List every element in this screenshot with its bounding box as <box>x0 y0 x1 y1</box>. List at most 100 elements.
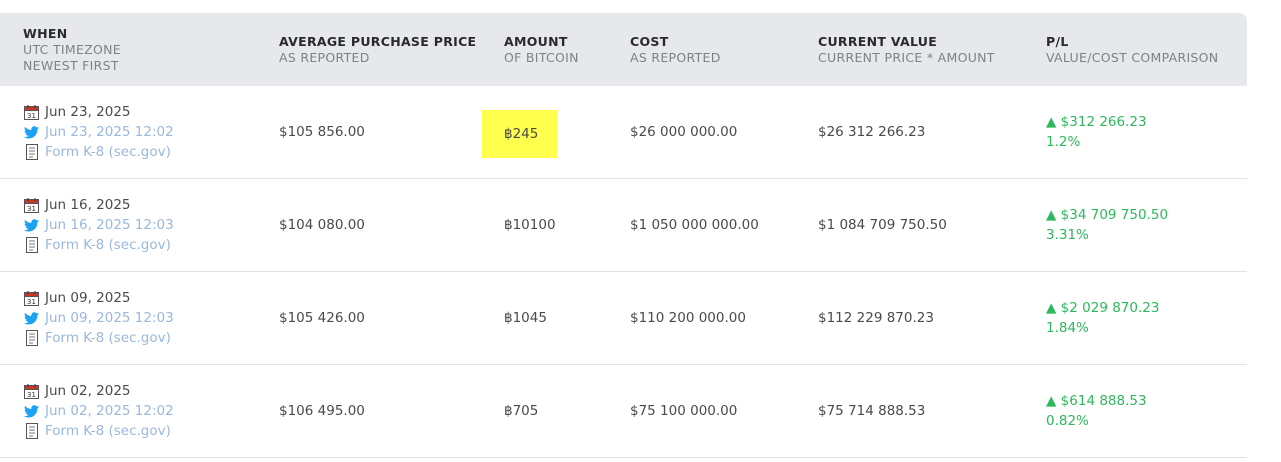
pl-amount: ▲ $34 709 750.50 <box>1046 207 1169 223</box>
document-icon <box>23 144 40 160</box>
document-icon <box>23 423 40 439</box>
twitter-icon <box>23 124 40 140</box>
amount-cell: ฿705 <box>504 401 538 421</box>
avg-price-cell: $104 080.00 <box>279 217 365 233</box>
header-current-value-title: CURRENT VALUE <box>818 34 938 49</box>
tweet-link[interactable]: Jun 23, 2025 12:02 <box>23 122 174 142</box>
pl-cell: ▲ $312 266.23 1.2% <box>1046 112 1147 152</box>
date-line: 31 Jun 23, 2025 <box>23 102 174 122</box>
pl-amount: ▲ $2 029 870.23 <box>1046 300 1160 316</box>
date-text: Jun 02, 2025 <box>45 383 131 399</box>
date-line: 31 Jun 16, 2025 <box>23 195 174 215</box>
tweet-link-text[interactable]: Jun 09, 2025 12:03 <box>45 308 174 328</box>
header-pl[interactable]: P/L VALUE/COST COMPARISON <box>1046 34 1218 66</box>
pl-cell: ▲ $34 709 750.50 3.31% <box>1046 205 1168 245</box>
header-pl-title: P/L <box>1046 34 1069 49</box>
twitter-icon <box>23 403 40 419</box>
header-when-title: WHEN <box>23 26 68 41</box>
avg-price-cell: $105 426.00 <box>279 310 365 326</box>
table-row: 31 Jun 16, 2025 Jun 16, 2025 12:03 Form … <box>0 179 1247 272</box>
tweet-link-text[interactable]: Jun 23, 2025 12:02 <box>45 122 174 142</box>
amount-cell: ฿245 <box>482 110 558 158</box>
current-value-cell: $26 312 266.23 <box>818 124 926 140</box>
avg-price-cell: $106 495.00 <box>279 403 365 419</box>
document-icon <box>23 330 40 346</box>
tweet-link-text[interactable]: Jun 02, 2025 12:02 <box>45 401 174 421</box>
tweet-link[interactable]: Jun 02, 2025 12:02 <box>23 401 174 421</box>
cost-cell: $110 200 000.00 <box>630 310 746 326</box>
header-current-value-sub: CURRENT PRICE * AMOUNT <box>818 50 995 65</box>
current-value-cell: $1 084 709 750.50 <box>818 217 947 233</box>
date-line: 31 Jun 02, 2025 <box>23 381 174 401</box>
amount-value: ฿705 <box>504 403 539 419</box>
pl-percent: 3.31% <box>1046 227 1089 243</box>
pl-amount: ▲ $614 888.53 <box>1046 393 1147 409</box>
amount-cell: ฿10100 <box>504 215 556 235</box>
when-cell: 31 Jun 02, 2025 Jun 02, 2025 12:02 Form … <box>23 381 174 441</box>
tweet-link-text[interactable]: Jun 16, 2025 12:03 <box>45 215 174 235</box>
calendar-icon: 31 <box>23 197 40 213</box>
header-avg-price-sub: AS REPORTED <box>279 50 370 65</box>
table-body: 31 Jun 23, 2025 Jun 23, 2025 12:02 Form … <box>0 86 1247 458</box>
header-avg-price[interactable]: AVERAGE PURCHASE PRICE AS REPORTED <box>279 34 476 66</box>
cost-cell: $1 050 000 000.00 <box>630 217 759 233</box>
header-current-value[interactable]: CURRENT VALUE CURRENT PRICE * AMOUNT <box>818 34 995 66</box>
svg-text:31: 31 <box>27 112 36 120</box>
header-cost[interactable]: COST AS REPORTED <box>630 34 721 66</box>
amount-cell: ฿1045 <box>504 308 547 328</box>
filing-link[interactable]: Form K-8 (sec.gov) <box>23 142 174 162</box>
filing-link-text[interactable]: Form K-8 (sec.gov) <box>45 421 171 441</box>
when-cell: 31 Jun 09, 2025 Jun 09, 2025 12:03 Form … <box>23 288 174 348</box>
pl-percent: 1.2% <box>1046 134 1081 150</box>
document-icon <box>23 237 40 253</box>
table-row: 31 Jun 09, 2025 Jun 09, 2025 12:03 Form … <box>0 272 1247 365</box>
current-value-cell: $112 229 870.23 <box>818 310 934 326</box>
date-text: Jun 16, 2025 <box>45 197 131 213</box>
filing-link-text[interactable]: Form K-8 (sec.gov) <box>45 235 171 255</box>
cost-cell: $75 100 000.00 <box>630 403 738 419</box>
twitter-icon <box>23 310 40 326</box>
date-text: Jun 23, 2025 <box>45 104 131 120</box>
when-cell: 31 Jun 16, 2025 Jun 16, 2025 12:03 Form … <box>23 195 174 255</box>
header-avg-price-title: AVERAGE PURCHASE PRICE <box>279 34 477 49</box>
header-when[interactable]: WHEN UTC TIMEZONE NEWEST FIRST <box>23 26 121 74</box>
header-when-sub1: UTC TIMEZONE <box>23 42 122 57</box>
cost-cell: $26 000 000.00 <box>630 124 738 140</box>
pl-percent: 1.84% <box>1046 320 1089 336</box>
filing-link[interactable]: Form K-8 (sec.gov) <box>23 421 174 441</box>
header-amount-title: AMOUNT <box>504 34 568 49</box>
filing-link[interactable]: Form K-8 (sec.gov) <box>23 328 174 348</box>
header-pl-sub: VALUE/COST COMPARISON <box>1046 50 1219 65</box>
purchases-table: WHEN UTC TIMEZONE NEWEST FIRST AVERAGE P… <box>0 13 1247 458</box>
tweet-link[interactable]: Jun 16, 2025 12:03 <box>23 215 174 235</box>
date-text: Jun 09, 2025 <box>45 290 131 306</box>
when-cell: 31 Jun 23, 2025 Jun 23, 2025 12:02 Form … <box>23 102 174 162</box>
header-amount[interactable]: AMOUNT OF BITCOIN <box>504 34 579 66</box>
amount-value: ฿245 <box>482 110 558 158</box>
pl-cell: ▲ $614 888.53 0.82% <box>1046 391 1147 431</box>
twitter-icon <box>23 217 40 233</box>
table-row: 31 Jun 02, 2025 Jun 02, 2025 12:02 Form … <box>0 365 1247 458</box>
header-cost-title: COST <box>630 34 669 49</box>
pl-cell: ▲ $2 029 870.23 1.84% <box>1046 298 1159 338</box>
amount-value: ฿1045 <box>504 310 547 326</box>
header-when-sub2: NEWEST FIRST <box>23 58 119 73</box>
amount-value: ฿10100 <box>504 217 556 233</box>
filing-link-text[interactable]: Form K-8 (sec.gov) <box>45 328 171 348</box>
svg-text:31: 31 <box>27 298 36 306</box>
current-value-cell: $75 714 888.53 <box>818 403 926 419</box>
table-row: 31 Jun 23, 2025 Jun 23, 2025 12:02 Form … <box>0 86 1247 179</box>
table-header: WHEN UTC TIMEZONE NEWEST FIRST AVERAGE P… <box>0 13 1247 86</box>
pl-amount: ▲ $312 266.23 <box>1046 114 1147 130</box>
date-line: 31 Jun 09, 2025 <box>23 288 174 308</box>
filing-link-text[interactable]: Form K-8 (sec.gov) <box>45 142 171 162</box>
svg-text:31: 31 <box>27 205 36 213</box>
calendar-icon: 31 <box>23 104 40 120</box>
calendar-icon: 31 <box>23 383 40 399</box>
tweet-link[interactable]: Jun 09, 2025 12:03 <box>23 308 174 328</box>
header-amount-sub: OF BITCOIN <box>504 50 579 65</box>
calendar-icon: 31 <box>23 290 40 306</box>
filing-link[interactable]: Form K-8 (sec.gov) <box>23 235 174 255</box>
avg-price-cell: $105 856.00 <box>279 124 365 140</box>
header-cost-sub: AS REPORTED <box>630 50 721 65</box>
